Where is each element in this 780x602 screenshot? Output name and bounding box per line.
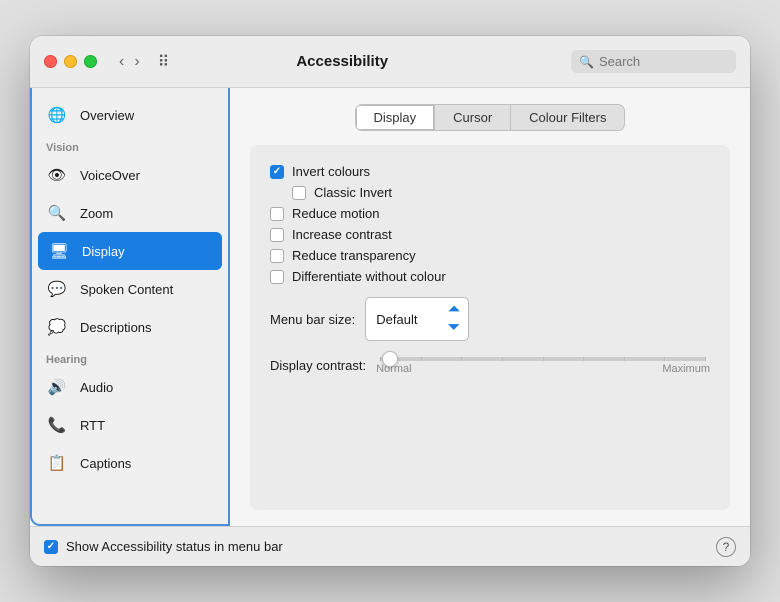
increase-contrast-label: Increase contrast (292, 227, 392, 242)
overview-icon: 🌐 (44, 102, 70, 128)
descriptions-icon: 💭 (44, 314, 70, 340)
sidebar-item-rtt-label: RTT (80, 418, 105, 433)
slider-wrap: Normal Maximum (376, 355, 710, 375)
menu-bar-size-select[interactable]: Default ⏶⏷ (365, 297, 469, 341)
sidebar-item-display[interactable]: 🖥 Display (38, 232, 222, 270)
bottom-checkbox-row: Show Accessibility status in menu bar (44, 539, 283, 554)
main-content: 🌐 Overview Vision 👁 VoiceOver 🔍 Zoom 🖥 D… (30, 88, 750, 526)
tick (380, 357, 381, 361)
bottom-bar: Show Accessibility status in menu bar ? (30, 526, 750, 566)
tick (664, 357, 665, 361)
sidebar-item-overview-label: Overview (80, 108, 134, 123)
search-input[interactable] (599, 54, 719, 69)
minimize-button[interactable] (64, 55, 77, 68)
vision-section-label: Vision (32, 134, 228, 156)
menu-bar-size-row: Menu bar size: Default ⏶⏷ (270, 287, 710, 345)
classic-invert-checkbox[interactable] (292, 186, 306, 200)
sidebar-item-overview[interactable]: 🌐 Overview (32, 96, 228, 134)
display-contrast-row: Display contrast: (270, 345, 710, 379)
menu-bar-size-label: Menu bar size: (270, 312, 355, 327)
tick (502, 357, 503, 361)
reduce-motion-row: Reduce motion (270, 203, 710, 224)
tick (461, 357, 462, 361)
sidebar-item-rtt[interactable]: 📞 RTT (32, 406, 228, 444)
settings-panel: Invert colours Classic Invert Reduce mot… (250, 145, 730, 510)
sidebar-item-zoom[interactable]: 🔍 Zoom (32, 194, 228, 232)
display-contrast-label: Display contrast: (270, 358, 366, 373)
tab-cursor[interactable]: Cursor (435, 105, 511, 130)
select-arrow-icon: ⏶⏷ (447, 301, 460, 337)
tick (583, 357, 584, 361)
sidebar-item-spoken-content-label: Spoken Content (80, 282, 173, 297)
titlebar: ‹ › ⠿ Accessibility 🔍 (30, 36, 750, 88)
tick (543, 357, 544, 361)
spoken-content-icon: 💬 (44, 276, 70, 302)
sidebar: 🌐 Overview Vision 👁 VoiceOver 🔍 Zoom 🖥 D… (30, 88, 230, 526)
audio-icon: 🔊 (44, 374, 70, 400)
invert-colours-row: Invert colours (270, 161, 710, 182)
reduce-transparency-label: Reduce transparency (292, 248, 416, 263)
sidebar-item-zoom-label: Zoom (80, 206, 113, 221)
differentiate-colour-checkbox[interactable] (270, 270, 284, 284)
search-icon: 🔍 (579, 55, 594, 69)
voiceover-icon: 👁 (44, 162, 70, 188)
differentiate-colour-row: Differentiate without colour (270, 266, 710, 287)
sidebar-item-descriptions[interactable]: 💭 Descriptions (32, 308, 228, 346)
slider-ticks (380, 357, 706, 361)
tab-group: Display Cursor Colour Filters (355, 104, 626, 131)
hearing-section-label: Hearing (32, 346, 228, 368)
slider-label-right: Maximum (662, 363, 710, 375)
maximize-button[interactable] (84, 55, 97, 68)
reduce-transparency-row: Reduce transparency (270, 245, 710, 266)
tick (705, 357, 706, 361)
sidebar-item-voiceover-label: VoiceOver (80, 168, 140, 183)
classic-invert-label: Classic Invert (314, 185, 392, 200)
rtt-icon: 📞 (44, 412, 70, 438)
main-window: ‹ › ⠿ Accessibility 🔍 🌐 Overview Vision … (30, 36, 750, 566)
invert-colours-label: Invert colours (292, 164, 370, 179)
captions-icon: 📋 (44, 450, 70, 476)
slider-track[interactable] (380, 357, 706, 361)
invert-colours-checkbox[interactable] (270, 165, 284, 179)
sidebar-item-voiceover[interactable]: 👁 VoiceOver (32, 156, 228, 194)
tick (624, 357, 625, 361)
tick (421, 357, 422, 361)
slider-labels: Normal Maximum (376, 363, 710, 375)
traffic-lights (44, 55, 97, 68)
sidebar-item-descriptions-label: Descriptions (80, 320, 152, 335)
sidebar-item-spoken-content[interactable]: 💬 Spoken Content (32, 270, 228, 308)
search-box[interactable]: 🔍 (571, 50, 736, 73)
display-icon: 🖥 (46, 238, 72, 264)
slider-thumb[interactable] (382, 351, 398, 367)
sidebar-item-captions-label: Captions (80, 456, 131, 471)
reduce-transparency-checkbox[interactable] (270, 249, 284, 263)
accessibility-status-checkbox[interactable] (44, 540, 58, 554)
right-panel: Display Cursor Colour Filters Invert col… (230, 88, 750, 526)
tabs-bar: Display Cursor Colour Filters (250, 104, 730, 131)
zoom-icon: 🔍 (44, 200, 70, 226)
menu-bar-size-value: Default (376, 312, 417, 327)
increase-contrast-row: Increase contrast (270, 224, 710, 245)
differentiate-colour-label: Differentiate without colour (292, 269, 446, 284)
sidebar-item-audio-label: Audio (80, 380, 113, 395)
classic-invert-row: Classic Invert (292, 182, 710, 203)
reduce-motion-label: Reduce motion (292, 206, 379, 221)
increase-contrast-checkbox[interactable] (270, 228, 284, 242)
tab-colour-filters[interactable]: Colour Filters (511, 105, 624, 130)
tab-display[interactable]: Display (356, 105, 436, 130)
sidebar-item-audio[interactable]: 🔊 Audio (32, 368, 228, 406)
reduce-motion-checkbox[interactable] (270, 207, 284, 221)
help-button[interactable]: ? (716, 537, 736, 557)
sidebar-item-captions[interactable]: 📋 Captions (32, 444, 228, 482)
accessibility-status-label: Show Accessibility status in menu bar (66, 539, 283, 554)
sidebar-item-display-label: Display (82, 244, 125, 259)
window-title: Accessibility (121, 53, 563, 70)
close-button[interactable] (44, 55, 57, 68)
